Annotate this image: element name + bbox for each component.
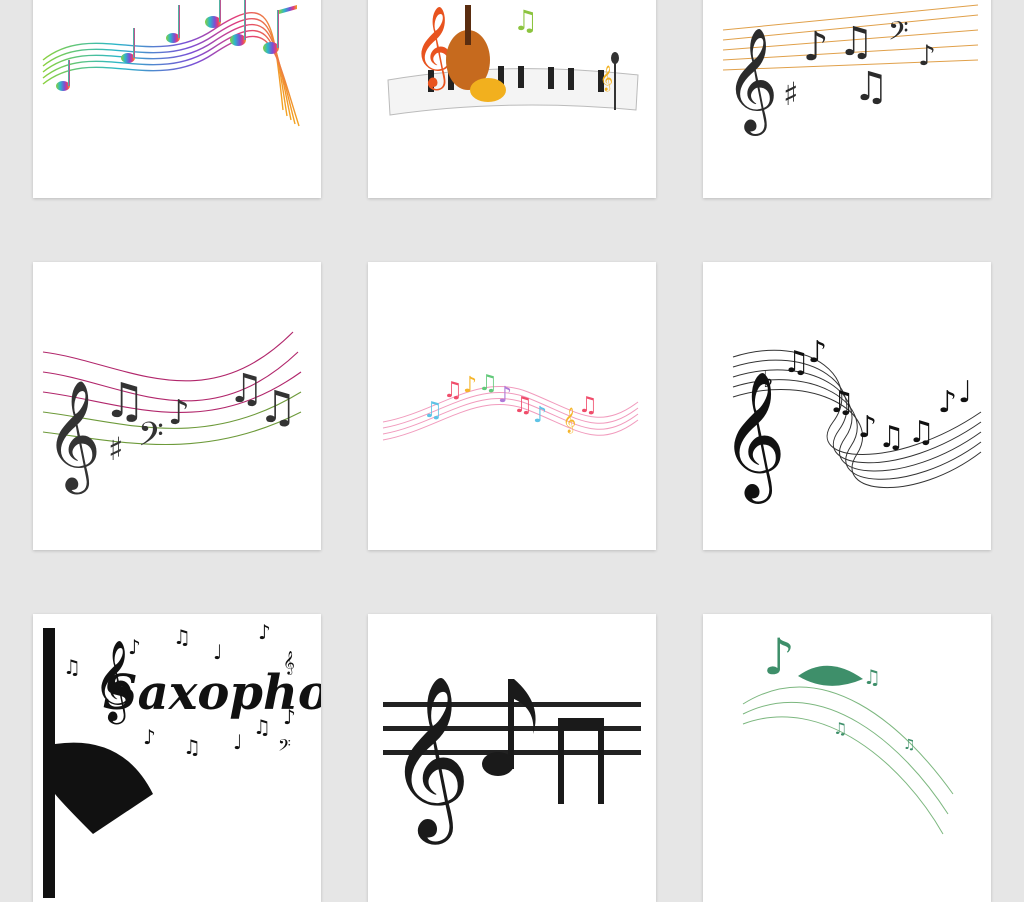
sharp-icon: ♯	[108, 430, 123, 468]
svg-text:♫: ♫	[258, 382, 297, 433]
tile-rainbow-notes[interactable]	[33, 0, 321, 198]
tile-glossy-clef[interactable]: 𝄞	[368, 614, 656, 902]
svg-text:♪: ♪	[463, 373, 477, 398]
svg-text:♪: ♪	[938, 385, 957, 420]
pastel-ribbon-illustration: ♫ ♫ ♪ ♫ ♪ ♫ ♪ 𝄞 ♫	[382, 371, 639, 441]
svg-text:♪: ♪	[498, 383, 512, 408]
treble-clef-icon: 𝄞	[388, 675, 471, 845]
svg-text:♫: ♫	[173, 625, 191, 649]
tile-saxophone[interactable]: Saxophone 𝄞 ♪♫♩ ♪𝄞♫ ♫♪♩ ♪♫𝄢	[33, 614, 321, 902]
tile-violin-piano[interactable]: 𝄞 ♫ 𝄞	[368, 0, 656, 198]
tile-curving-staff[interactable]: 𝄞 ♭ ♫ ♪ ♫ ♪ ♫ ♫ ♪ ♩	[703, 262, 991, 550]
eighth-note-icon	[470, 78, 506, 102]
svg-text:𝄞: 𝄞	[283, 650, 295, 675]
beamed-notes-icon	[482, 679, 604, 804]
svg-text:♫: ♫	[853, 64, 889, 110]
svg-text:♭: ♭	[763, 368, 773, 393]
saxophone-illustration: Saxophone 𝄞 ♪♫♩ ♪𝄞♫ ♫♪♩ ♪♫𝄢	[43, 620, 321, 898]
svg-text:♫: ♫	[863, 665, 881, 689]
svg-text:♫: ♫	[828, 385, 855, 420]
svg-text:♫: ♫	[833, 719, 847, 738]
svg-text:♫: ♫	[253, 715, 271, 739]
svg-text:♫: ♫	[513, 393, 533, 418]
svg-text:♫: ♫	[103, 373, 146, 429]
svg-text:♫: ♫	[903, 737, 916, 753]
svg-text:♪: ♪	[143, 725, 156, 749]
glossy-clef-illustration: 𝄞	[383, 675, 641, 845]
svg-text:♫: ♫	[443, 378, 463, 403]
svg-text:♪: ♪	[763, 628, 795, 686]
svg-text:♫: ♫	[878, 420, 905, 455]
svg-text:♪: ♪	[283, 705, 296, 729]
svg-text:♫: ♫	[783, 345, 810, 380]
treble-clef-icon: 𝄞	[721, 370, 786, 504]
svg-text:♫: ♫	[578, 393, 598, 418]
svg-text:♫: ♫	[513, 4, 538, 37]
svg-text:♫: ♫	[908, 415, 935, 450]
tile-green-leaf[interactable]: ♪ ♫ ♫ ♫	[703, 614, 991, 902]
svg-text:♫: ♫	[183, 735, 201, 759]
svg-text:♪: ♪	[168, 393, 190, 433]
treble-clef-staff-illustration: 𝄞 ♯ ♪ ♫ 𝄢 ♫ ♪	[722, 4, 979, 136]
svg-text:♪: ♪	[808, 335, 827, 370]
svg-text:♫: ♫	[478, 371, 498, 396]
treble-clef-icon: 𝄞	[45, 380, 101, 495]
svg-text:♩: ♩	[213, 640, 222, 664]
svg-text:♫: ♫	[838, 19, 874, 65]
svg-text:♪: ♪	[803, 24, 829, 70]
svg-text:♫: ♫	[423, 398, 443, 423]
svg-text:♩: ♩	[233, 730, 242, 754]
svg-text:♩: ♩	[958, 375, 972, 410]
svg-text:♪: ♪	[858, 410, 877, 445]
tile-staff-clefs[interactable]: 𝄞 ♯ 𝄢 ♫ ♪ ♫ ♫	[33, 262, 321, 550]
violin-piano-illustration: 𝄞 ♫ 𝄞	[387, 4, 639, 116]
rainbow-notes-illustration	[42, 0, 300, 127]
svg-text:𝄢: 𝄢	[278, 735, 291, 759]
svg-text:𝄞: 𝄞	[600, 65, 613, 91]
svg-text:♫: ♫	[63, 655, 81, 679]
green-leaf-illustration: ♪ ♫ ♫ ♫	[742, 628, 954, 835]
eighth-note-icon	[56, 0, 297, 91]
leaf-icon	[798, 665, 863, 686]
bass-clef-icon: 𝄢	[888, 15, 909, 53]
svg-text:♪: ♪	[533, 403, 547, 428]
treble-clef-icon: 𝄞	[725, 27, 778, 136]
svg-text:𝄞: 𝄞	[563, 407, 576, 433]
sharp-icon: ♯	[783, 75, 798, 113]
staff-clefs-illustration: 𝄞 ♯ 𝄢 ♫ ♪ ♫ ♫	[42, 331, 302, 495]
tile-pastel-ribbon[interactable]: ♫ ♫ ♪ ♫ ♪ ♫ ♪ 𝄞 ♫	[368, 262, 656, 550]
tile-treble-clef-staff[interactable]: 𝄞 ♯ ♪ ♫ 𝄢 ♫ ♪	[703, 0, 991, 198]
svg-text:♪: ♪	[128, 635, 141, 659]
svg-text:♪: ♪	[258, 620, 271, 644]
curving-staff-illustration: 𝄞 ♭ ♫♪ ♫♪ ♫ ♫ ♪ ♩	[721, 335, 982, 504]
svg-text:♪: ♪	[918, 39, 936, 72]
